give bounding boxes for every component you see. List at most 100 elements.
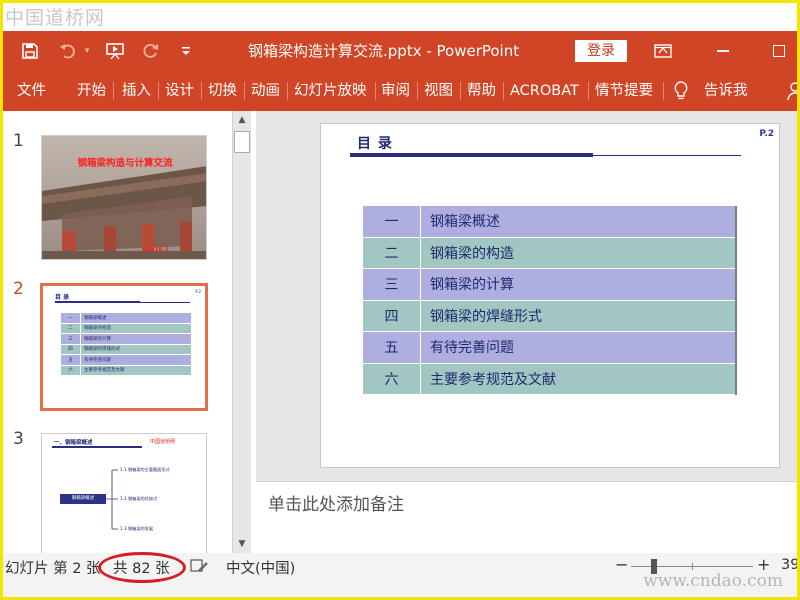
contents-text: 主要参考规范及文献 xyxy=(421,364,735,395)
thumbnail-2-table: 一钢箱梁概述二钢箱梁的构造三钢箱梁的计算四钢箱梁的焊缝形式五有待完善问题六主要参… xyxy=(61,313,191,376)
contents-row[interactable]: 六主要参考规范及文献 xyxy=(363,363,737,395)
document-title: 钢箱梁构造计算交流.pptx - PowerPoint xyxy=(248,42,520,60)
slide-thumbnails-pane: 1 钢箱梁构造与计算交流 2016.1 2 目 录 P.2 一 钢箱梁概述 二 … xyxy=(3,111,253,558)
contents-number: 三 xyxy=(363,269,421,301)
slide-heading[interactable]: 目 录 xyxy=(357,133,393,153)
tab-acrobat[interactable]: ACROBAT xyxy=(510,71,579,111)
thumbnail-3-item: 1.3 钢箱梁的发展 xyxy=(120,526,154,531)
thumbnail-2-row: 一钢箱梁概述 xyxy=(61,313,191,324)
thumbnail-2-row-text: 有待完善问题 xyxy=(81,355,191,366)
undo-icon[interactable] xyxy=(55,31,81,71)
contents-number: 六 xyxy=(363,363,421,395)
save-icon[interactable] xyxy=(17,31,43,71)
thumbnail-number: 2 xyxy=(13,279,24,299)
tab-separator xyxy=(287,82,288,100)
tab-animations[interactable]: 动画 xyxy=(251,71,280,111)
tab-home[interactable]: 开始 xyxy=(77,71,106,111)
scrollbar-thumb[interactable] xyxy=(234,131,250,153)
thumbnail-2-heading: 目 录 xyxy=(55,294,70,301)
thumbnail-2-row-text: 钢箱梁的焊缝形式 xyxy=(81,345,191,355)
contents-number: 一 xyxy=(363,206,421,238)
tab-storyboarding[interactable]: 情节提要 xyxy=(595,71,653,111)
language-indicator[interactable]: 中文(中国) xyxy=(226,557,295,578)
ribbon-display-icon[interactable] xyxy=(649,31,677,71)
scroll-down-icon[interactable]: ▼ xyxy=(233,535,251,553)
zoom-percentage[interactable]: 39 xyxy=(781,557,797,573)
tab-separator xyxy=(417,82,418,100)
tab-file[interactable]: 文件 xyxy=(17,71,46,111)
contents-row[interactable]: 二钢箱梁的构造 xyxy=(363,237,737,269)
thumbnail-2-row-number: 四 xyxy=(61,344,81,355)
current-slide[interactable]: 目 录 P.2 一钢箱梁概述二钢箱梁的构造三钢箱梁的计算四钢箱梁的焊缝形式五有待… xyxy=(320,123,780,468)
scroll-up-icon[interactable]: ▲ xyxy=(233,111,251,129)
thumbnails-scrollbar[interactable]: ▲ ▼ xyxy=(232,111,251,553)
slide-thumbnail-2[interactable]: 目 录 P.2 一钢箱梁概述二钢箱梁的构造三钢箱梁的计算四钢箱梁的焊缝形式五有待… xyxy=(40,283,208,411)
app-window: 中国道桥网 ▾ 钢箱梁构造计算交流.pptx - PowerPoint 登录 文… xyxy=(0,0,800,600)
tell-me-search[interactable]: 告诉我 xyxy=(704,71,748,111)
zoom-slider-tick xyxy=(692,563,693,570)
notes-placeholder[interactable]: 单击此处添加备注 xyxy=(268,490,404,515)
contents-number: 五 xyxy=(363,332,421,364)
slide-thumbnail-3[interactable]: 一、钢箱梁概述 中国道桥网 钢箱梁概述 1.1 钢箱梁的主要截面形式 1.2 钢… xyxy=(41,433,207,558)
heading-underline-thick xyxy=(350,153,593,157)
contents-table[interactable]: 一钢箱梁概述二钢箱梁的构造三钢箱梁的计算四钢箱梁的焊缝形式五有待完善问题六主要参… xyxy=(363,205,737,395)
lightbulb-icon[interactable] xyxy=(673,71,689,111)
thumbnail-2-row-text: 钢箱梁概述 xyxy=(81,313,191,324)
thumbnail-2-row: 四钢箱梁的焊缝形式 xyxy=(61,344,191,355)
tab-help[interactable]: 帮助 xyxy=(467,71,496,111)
tab-view[interactable]: 视图 xyxy=(424,71,453,111)
contents-row[interactable]: 一钢箱梁概述 xyxy=(363,206,737,238)
customize-qat-icon[interactable] xyxy=(177,31,195,71)
notes-toggle-icon[interactable] xyxy=(190,559,208,577)
thumbnail-2-row-number: 三 xyxy=(61,334,81,345)
thumbnail-2-underline xyxy=(55,301,140,303)
thumbnail-2-row-number: 六 xyxy=(61,365,81,376)
highlight-circle-annotation xyxy=(98,552,186,583)
zoom-out-button[interactable]: − xyxy=(615,555,628,574)
thumbnail-2-row-text: 钢箱梁的计算 xyxy=(81,334,191,345)
contents-text: 钢箱梁的计算 xyxy=(421,269,735,301)
undo-dropdown-icon[interactable]: ▾ xyxy=(81,31,93,71)
title-bar: ▾ 钢箱梁构造计算交流.pptx - PowerPoint 登录 xyxy=(3,31,797,71)
thumbnail-1-title: 钢箱梁构造与计算交流 xyxy=(77,157,173,169)
tab-review[interactable]: 审阅 xyxy=(381,71,410,111)
contents-row[interactable]: 五有待完善问题 xyxy=(363,332,737,364)
tab-separator xyxy=(588,82,589,100)
tab-insert[interactable]: 插入 xyxy=(122,71,151,111)
thumbnail-2-page: P.2 xyxy=(195,289,201,294)
tab-separator xyxy=(663,82,664,100)
contents-text: 有待完善问题 xyxy=(421,332,735,364)
thumbnail-2-row-text: 钢箱梁的构造 xyxy=(81,324,191,334)
tab-transitions[interactable]: 切换 xyxy=(208,71,237,111)
redo-icon[interactable] xyxy=(139,31,163,71)
slideshow-from-start-icon[interactable] xyxy=(101,31,129,71)
slide-thumbnail-1[interactable]: 钢箱梁构造与计算交流 2016.1 xyxy=(41,135,207,260)
slide-editor: 目 录 P.2 一钢箱梁概述二钢箱梁的构造三钢箱梁的计算四钢箱梁的焊缝形式五有待… xyxy=(256,111,797,481)
ribbon-tabs: 文件 开始 插入 设计 切换 动画 幻灯片放映 审阅 视图 帮助 ACROBAT… xyxy=(3,71,797,111)
tab-design[interactable]: 设计 xyxy=(165,71,194,111)
contents-text: 钢箱梁的焊缝形式 xyxy=(421,301,735,332)
tab-separator xyxy=(244,82,245,100)
share-person-icon[interactable] xyxy=(787,71,797,111)
notes-pane[interactable]: 单击此处添加备注 xyxy=(256,481,797,553)
tab-separator xyxy=(375,82,376,100)
login-button[interactable]: 登录 xyxy=(575,40,627,62)
tab-separator xyxy=(460,82,461,100)
contents-text: 钢箱梁概述 xyxy=(421,206,735,238)
thumbnail-2-row: 二钢箱梁的构造 xyxy=(61,323,191,334)
tab-separator xyxy=(201,82,202,100)
contents-row[interactable]: 四钢箱梁的焊缝形式 xyxy=(363,300,737,332)
minimize-icon[interactable] xyxy=(709,31,737,71)
contents-row[interactable]: 三钢箱梁的计算 xyxy=(363,269,737,301)
thumbnail-number: 1 xyxy=(13,131,24,151)
thumbnail-number: 3 xyxy=(13,429,24,449)
contents-text: 钢箱梁的构造 xyxy=(421,238,735,269)
maximize-icon[interactable] xyxy=(765,31,793,71)
thumbnail-2-row-number: 五 xyxy=(61,355,81,366)
contents-number: 二 xyxy=(363,237,421,269)
tab-slideshow[interactable]: 幻灯片放映 xyxy=(294,71,367,111)
slide-position: 幻灯片 第 2 张 xyxy=(5,561,101,577)
thumbnail-2-row-number: 一 xyxy=(61,313,81,324)
thumbnail-2-row: 五有待完善问题 xyxy=(61,355,191,366)
thumbnail-2-underline-thin xyxy=(140,302,190,303)
